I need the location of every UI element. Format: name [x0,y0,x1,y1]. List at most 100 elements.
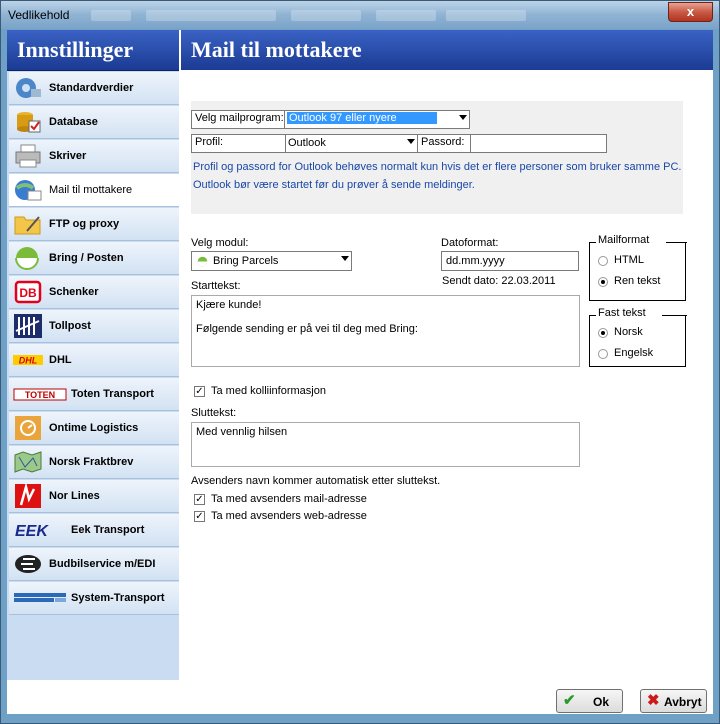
button-bar: ✔ Ok ✖ Avbryt [7,680,713,714]
system-transport-logo-icon [14,593,66,602]
include-web-label: Ta med avsenders web-adresse [211,510,367,522]
radio-norsk[interactable] [598,328,608,338]
sidebar-item-label: FTP og proxy [49,218,120,230]
content-panel: Velg mailprogram: Outlook 97 eller nyere… [181,70,713,680]
sidebar-item-standardverdier[interactable]: Standardverdier [9,72,179,105]
sent-date-text: Sendt dato: 22.03.2011 [442,275,556,287]
dialog-window: Vedlikehold x Innstillinger Standardverd… [0,0,720,724]
sidebar-item-database[interactable]: Database [9,106,179,139]
background-blur [291,10,361,21]
content-header: Mail til mottakere [179,30,713,70]
mail-program-select[interactable]: Outlook 97 eller nyere [284,110,470,129]
password-label: Passord: [417,134,471,153]
sidebar-item-label: Eek Transport [71,524,145,536]
sidebar-item-label: Schenker [49,286,99,298]
ok-label: Ok [593,695,610,709]
radio-engelsk-label: Engelsk [614,347,654,359]
mail-program-value: Outlook 97 eller nyere [287,112,437,124]
sidebar-item-schenker[interactable]: DB Schenker [9,276,179,309]
password-field[interactable] [470,134,607,153]
sidebar-item-ontime-logistics[interactable]: Ontime Logistics [9,412,179,445]
svg-text:DHL: DHL [19,356,38,366]
include-email-checkbox[interactable]: ✓ [194,494,205,505]
include-email-label: Ta med avsenders mail-adresse [211,493,367,505]
window-title: Vedlikehold [8,8,70,22]
sidebar-item-tollpost[interactable]: Tollpost [9,310,179,343]
sidebar-item-skriver[interactable]: Skriver [9,140,179,173]
sidebar-item-budbilservice[interactable]: Budbilservice m/EDI [9,548,179,581]
title-bar[interactable]: Vedlikehold x [1,1,719,29]
radio-html[interactable] [598,256,608,266]
settings-icon [16,78,41,98]
cancel-label: Avbryt [664,695,702,709]
bring-logo-icon [15,247,39,270]
sidebar-item-label: System-Transport [71,592,165,604]
close-button[interactable]: x [668,2,713,22]
sidebar-item-label: Bring / Posten [49,252,124,264]
mailformat-title: Mailformat [596,234,652,246]
starttext-area[interactable]: Kjære kunde! Følgende sending er på vei … [191,295,580,367]
mail-program-label: Velg mailprogram: [191,110,285,129]
sidebar-item-label: Nor Lines [49,490,100,502]
sidebar-item-toten-transport[interactable]: TOTEN Toten Transport [9,378,179,411]
checkmark-icon: ✔ [563,692,576,709]
tollpost-logo-icon [14,314,42,338]
sidebar-item-label: Toten Transport [71,388,154,400]
cancel-button[interactable]: ✖ Avbryt [640,689,707,713]
dateformat-field[interactable]: dd.mm.yyyy [441,251,579,271]
sidebar: Innstillinger Standardverdier Database S… [7,30,179,714]
starttext-label: Starttekst: [191,280,241,292]
sidebar-item-mail-til-mottakere[interactable]: Mail til mottakere [9,174,179,207]
radio-ren-tekst[interactable] [598,277,608,287]
map-icon [14,451,42,473]
dialog-client: Innstillinger Standardverdier Database S… [7,30,713,714]
endtext-area[interactable]: Med vennlig hilsen [191,422,580,467]
sidebar-item-label: Mail til mottakere [49,184,133,196]
sidebar-item-norsk-fraktbrev[interactable]: Norsk Fraktbrev [9,446,179,479]
ok-button[interactable]: ✔ Ok [556,689,623,713]
radio-html-label: HTML [614,254,644,266]
starttext-line: Følgende sending er på vei til deg med B… [196,323,418,335]
chevron-down-icon [407,139,415,144]
radio-ren-tekst-label: Ren tekst [614,275,661,287]
sidebar-item-nor-lines[interactable]: Nor Lines [9,480,179,513]
toten-logo-icon: TOTEN [13,388,67,401]
chevron-down-icon [459,115,467,120]
include-package-label: Ta med kolliinformasjon [211,385,326,397]
sidebar-item-label: Standardverdier [49,82,134,94]
close-icon: x [686,4,695,19]
sidebar-item-label: Ontime Logistics [49,422,139,434]
info-text: Profil og passord for Outlook behøves no… [193,161,682,173]
sidebar-item-label: Budbilservice m/EDI [49,558,156,570]
endtext-line: Med vennlig hilsen [196,426,288,438]
profile-select[interactable]: Outlook [285,134,418,153]
sidebar-item-system-transport[interactable]: System-Transport [9,582,179,615]
mailformat-group: Mailformat HTML Ren tekst [589,234,687,301]
printer-icon [15,144,41,168]
sidebar-item-label: Skriver [49,150,87,162]
sidebar-item-label: Tollpost [49,320,91,332]
endtext-label: Sluttekst: [191,407,237,419]
sidebar-item-dhl[interactable]: DHL DHL [9,344,179,377]
radio-engelsk[interactable] [598,349,608,359]
mail-globe-icon [15,180,42,201]
profile-label: Profil: [191,134,286,153]
page-title: Mail til mottakere [191,37,362,62]
fasttekst-title: Fast tekst [596,307,648,319]
module-select[interactable]: Bring Parcels [191,251,352,271]
dateformat-label: Datoformat: [441,237,499,249]
module-value: Bring Parcels [213,255,279,267]
sidebar-item-eek-transport[interactable]: EEK Eek Transport [9,514,179,547]
include-package-checkbox[interactable]: ✓ [194,386,205,397]
sidebar-item-label: Database [49,116,98,128]
sidebar-item-bring-posten[interactable]: Bring / Posten [9,242,179,275]
starttext-line: Kjære kunde! [196,299,262,311]
include-web-checkbox[interactable]: ✓ [194,511,205,522]
radio-norsk-label: Norsk [614,326,643,338]
sidebar-item-label: DHL [49,354,72,366]
sidebar-item-ftp-og-proxy[interactable]: FTP og proxy [9,208,179,241]
svg-text:EEK: EEK [15,523,49,540]
sidebar-item-label: Norsk Fraktbrev [49,456,134,468]
background-blur [91,10,131,21]
bring-logo-icon [197,256,208,267]
